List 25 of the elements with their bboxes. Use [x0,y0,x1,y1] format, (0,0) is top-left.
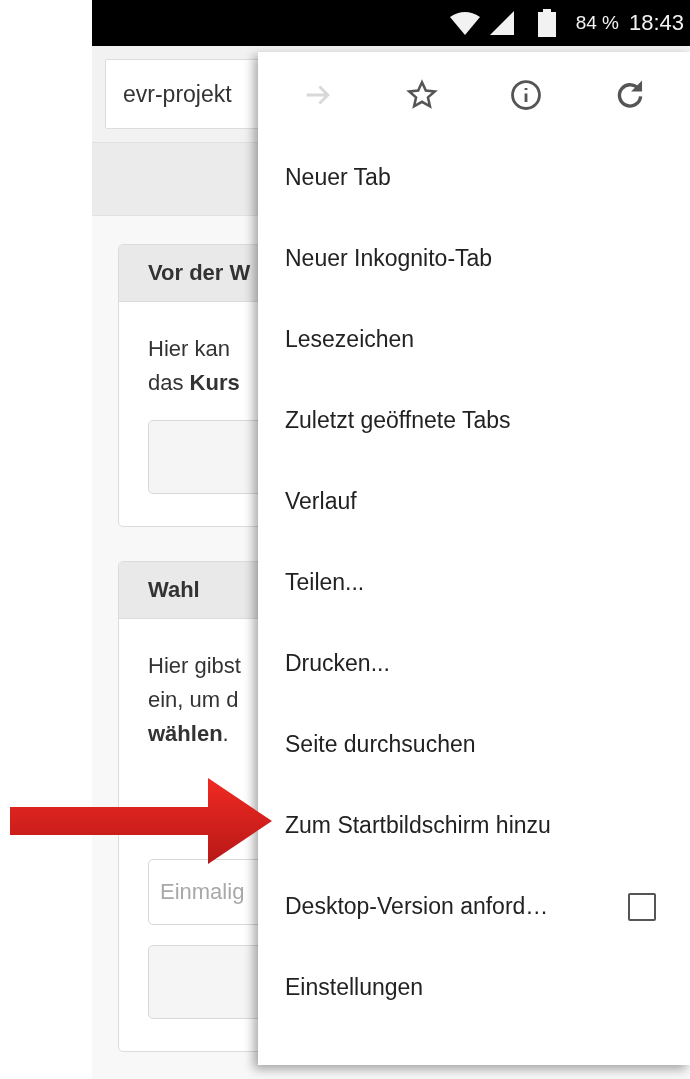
wifi-icon [449,11,480,35]
card-text: Hier gibst [148,652,241,680]
clock-time: 18:43 [628,10,684,36]
menu-item[interactable]: Einstellungen [285,974,424,1001]
star-icon [405,77,439,112]
menu-item[interactable]: Verlauf [285,488,357,515]
menu-item[interactable]: Drucken... [285,650,390,677]
card-text: ein, um d [148,686,239,714]
battery-icon [537,9,556,37]
signal-icon [489,11,514,35]
card-text: das Kurs [148,369,240,397]
pointer-arrow-icon [10,778,272,864]
menu-item[interactable]: Desktop-Version anford… [285,893,549,920]
menu-item[interactable]: Seite durchsuchen [285,731,476,758]
menu-item[interactable]: Zum Startbildschirm hinzu [285,812,551,839]
card-text: Hier kan [148,335,230,363]
menu-item[interactable]: Lesezeichen [285,326,415,353]
info-icon [509,77,543,112]
battery-percentage: 84 % [575,12,619,34]
checkbox[interactable] [628,892,656,921]
menu-item[interactable]: Neuer Tab [285,164,391,191]
menu-item[interactable]: Teilen... [285,569,365,596]
card-text: wählen. [148,720,229,748]
menu-item[interactable]: Zuletzt geöffnete Tabs [285,407,511,434]
menu-item[interactable]: Neuer Inkognito-Tab [285,245,493,272]
